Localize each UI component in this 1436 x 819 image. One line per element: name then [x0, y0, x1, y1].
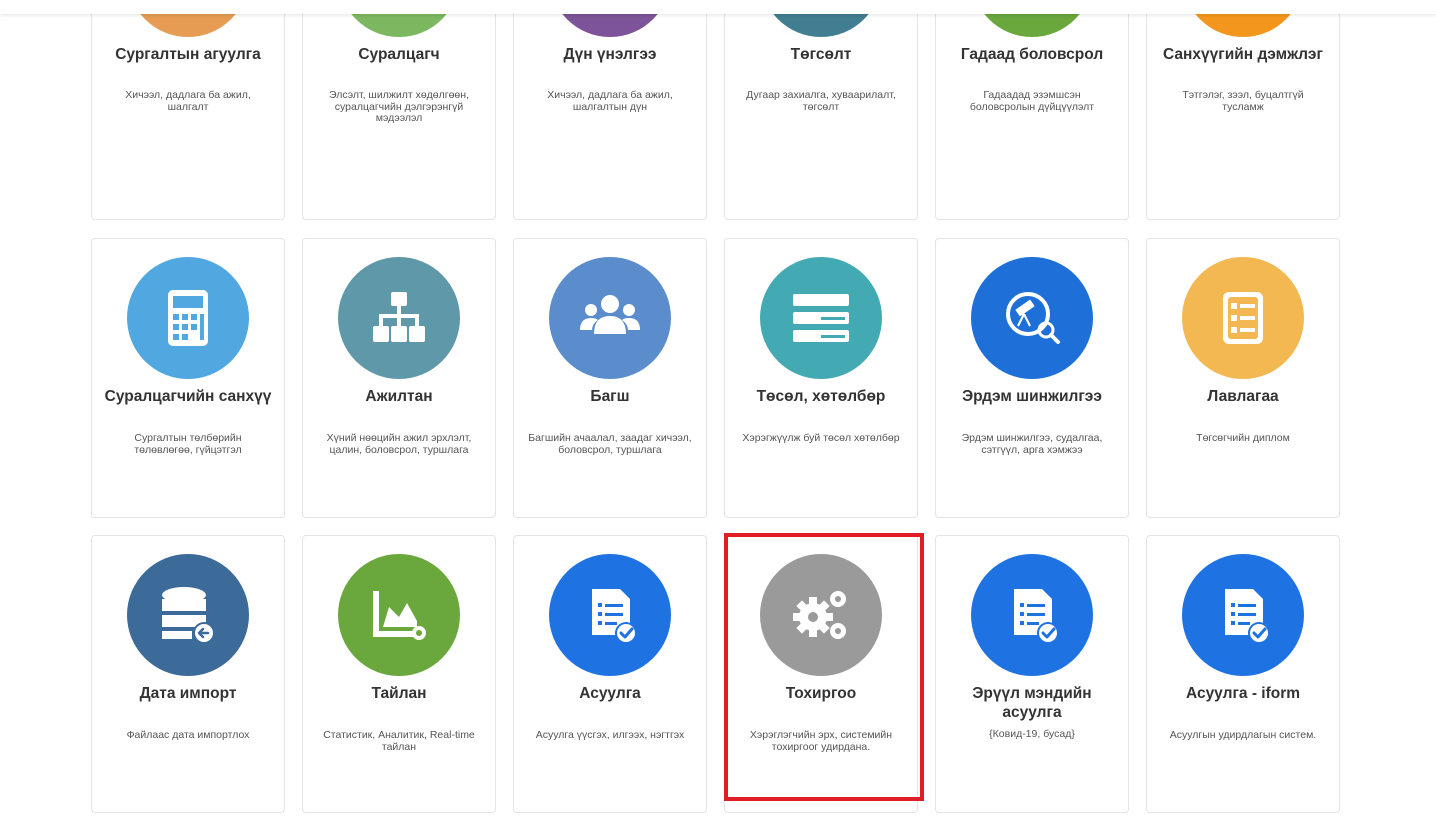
- module-icon-circle: [338, 257, 460, 379]
- chart-gear-icon: [373, 591, 426, 640]
- top-header-bar: [0, 0, 1436, 14]
- gears-icon: [793, 591, 846, 639]
- module-title: Санхүүгийн дэмжлэг: [1163, 46, 1323, 63]
- module-card-settings[interactable]: Тохиргоо Хэрэглэгчийн эрх, системийн тох…: [724, 535, 918, 813]
- module-card-data-import[interactable]: Дата импорт Файлаас дата импортлох: [91, 535, 285, 813]
- module-title: Ажилтан: [365, 388, 433, 405]
- module-icon-circle: [760, 554, 882, 676]
- module-title: Лавлагаа: [1207, 388, 1279, 405]
- module-card-survey[interactable]: Асуулга Асуулга үүсгэх, илгээх, нэгтгэх: [513, 535, 707, 813]
- module-description: Хүний нөөцийн ажил эрхлэлт, цалин, болов…: [326, 432, 472, 456]
- module-description: Дугаар захиалга, хуваарилалт, төгсөлт: [746, 89, 896, 113]
- module-description: Асуулгын удирдлагын систем.: [1169, 729, 1317, 741]
- module-title: Дата импорт: [139, 685, 237, 702]
- module-title: Асуулга - iform: [1185, 685, 1301, 702]
- module-description: Хэрэглэгчийн эрх, системийн тохиргоог уд…: [749, 729, 893, 753]
- module-title: Багш: [590, 388, 630, 405]
- module-description: {Ковид-19, бусад}: [989, 728, 1075, 740]
- calculator-icon: [168, 290, 208, 346]
- module-description: Багшийн ачаалал, заадаг хичээл, боловсро…: [528, 432, 692, 456]
- module-card-teacher[interactable]: Багш Багшийн ачаалал, заадаг хичээл, бол…: [513, 238, 707, 518]
- module-grid: Сургалтын агуулга Хичээл, дадлага ба ажи…: [0, 0, 1436, 819]
- module-card-financial-aid[interactable]: Санхүүгийн дэмжлэг Тэтгэлэг, зээл, буцал…: [1146, 0, 1340, 220]
- module-description: Хэрэгжүүлж буй төсөл хөтөлбөр: [742, 432, 900, 444]
- module-icon-circle: [1182, 257, 1304, 379]
- module-card-report[interactable]: Тайлан Статистик, Аналитик, Real-time та…: [302, 535, 496, 813]
- module-card-foreign-education[interactable]: Гадаад боловсрол Гадаадад эзэмшсэн болов…: [935, 0, 1129, 220]
- module-icon-circle: [971, 554, 1093, 676]
- module-card-student-finance[interactable]: Суралцагчийн санхүү Сургалтын төлбөрийн …: [91, 238, 285, 518]
- survey-check-icon: [592, 589, 637, 644]
- module-title: Асуулга: [579, 685, 641, 702]
- module-icon-circle: [1182, 554, 1304, 676]
- module-card-staff[interactable]: Ажилтан Хүний нөөцийн ажил эрхлэлт, цали…: [302, 238, 496, 518]
- module-title: Тайлан: [371, 685, 427, 702]
- module-description: Асуулга үүсгэх, илгээх, нэгтгэх: [535, 729, 685, 741]
- module-icon-circle: [338, 554, 460, 676]
- module-description: Хичээл, дадлага ба ажил, шалгалт: [125, 89, 251, 113]
- module-description: Эрдэм шинжилгээ, судалгаа, сэтгүүл, арга…: [961, 432, 1103, 456]
- module-icon-circle: [127, 554, 249, 676]
- module-icon-circle: [760, 257, 882, 379]
- module-title: Суралцагчийн санхүү: [104, 388, 272, 405]
- module-title: Суралцагч: [358, 46, 440, 63]
- module-title: Сургалтын агуулга: [115, 46, 261, 63]
- database-import-icon: [162, 587, 215, 644]
- survey-check-icon: [1225, 589, 1270, 644]
- module-card-health-survey[interactable]: Эрүүл мэндийн асуулга {Ковид-19, бусад}: [935, 535, 1129, 813]
- module-description: Төгсөгчийн диплом: [1196, 432, 1290, 444]
- module-card-student[interactable]: Суралцагч Элсэлт, шилжилт хөдөлгөөн, сур…: [302, 0, 496, 220]
- module-title: Тохиргоо: [785, 685, 857, 702]
- org-chart-icon: [373, 292, 425, 342]
- module-title: Төгсөлт: [790, 46, 852, 63]
- survey-check-icon: [1014, 589, 1059, 644]
- module-description: Статистик, Аналитик, Real-time тайлан: [323, 729, 475, 753]
- list-document-icon: [1223, 292, 1263, 344]
- module-description: Файлаас дата импортлох: [126, 729, 250, 741]
- module-description: Элсэлт, шилжилт хөдөлгөөн, суралцагчийн …: [329, 89, 469, 124]
- module-icon-circle: [549, 257, 671, 379]
- module-card-research[interactable]: Эрдэм шинжилгээ Эрдэм шинжилгээ, судалга…: [935, 238, 1129, 518]
- module-icon-circle: [127, 257, 249, 379]
- module-title: Дүн үнэлгээ: [563, 46, 657, 63]
- module-card-curriculum[interactable]: Сургалтын агуулга Хичээл, дадлага ба ажи…: [91, 0, 285, 220]
- module-card-graduation[interactable]: Төгсөлт Дугаар захиалга, хуваарилалт, тө…: [724, 0, 918, 220]
- module-description: Хичээл, дадлага ба ажил, шалгалтын дүн: [547, 89, 673, 113]
- module-card-grades[interactable]: Дүн үнэлгээ Хичээл, дадлага ба ажил, шал…: [513, 0, 707, 220]
- module-title: Эрдэм шинжилгээ: [962, 388, 1102, 405]
- telescope-search-icon: [1006, 292, 1060, 344]
- users-icon: [580, 295, 640, 334]
- module-icon-circle: [971, 257, 1093, 379]
- module-title: Гадаад боловсрол: [960, 46, 1104, 63]
- module-description: Тэтгэлэг, зээл, буцалтгүй тусламж: [1182, 89, 1304, 113]
- module-title: Эрүүл мэндийн асуулга: [972, 685, 1092, 721]
- module-card-iform-survey[interactable]: Асуулга - iform Асуулгын удирдлагын сист…: [1146, 535, 1340, 813]
- list-bars-icon: [793, 294, 849, 342]
- module-description: Гадаадад эзэмшсэн боловсролын дүйцүүлэлт: [969, 89, 1095, 113]
- module-description: Сургалтын төлбөрийн төлөвлөгөө, гүйцэтгэ…: [134, 432, 242, 456]
- module-card-reference[interactable]: Лавлагаа Төгсөгчийн диплом: [1146, 238, 1340, 518]
- module-icon-circle: [549, 554, 671, 676]
- module-title: Төсөл, хөтөлбөр: [756, 388, 886, 405]
- module-card-programs[interactable]: Төсөл, хөтөлбөр Хэрэгжүүлж буй төсөл хөт…: [724, 238, 918, 518]
